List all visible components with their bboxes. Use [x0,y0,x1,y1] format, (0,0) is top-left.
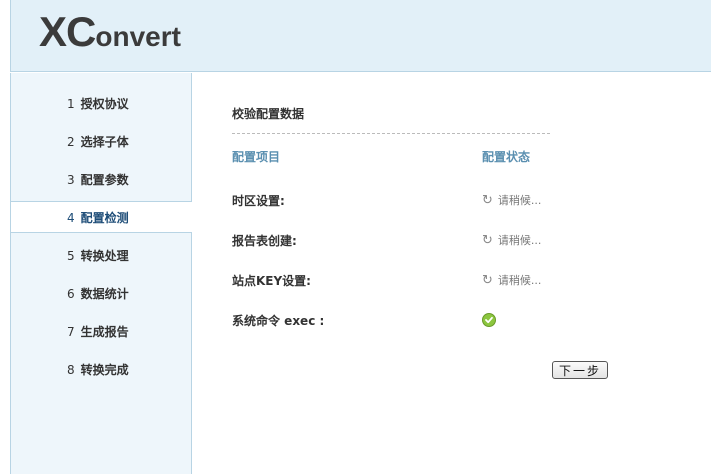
step-label: 选择子体 [80,135,129,149]
column-header-status: 配置状态 [482,150,531,164]
step-6[interactable]: 6 数据统计 [11,278,192,310]
section-title: 校验配置数据 [232,107,305,121]
step-2[interactable]: 2 选择子体 [11,126,192,158]
step-label: 数据统计 [80,287,129,301]
step-label: 生成报告 [80,325,129,339]
step-number: 7 [67,325,75,339]
step-number: 3 [67,173,75,187]
logo-rest: onvert [95,21,181,52]
step-5[interactable]: 5 转换处理 [11,240,192,272]
dashed-divider [232,133,550,134]
step-label: 转换处理 [80,249,129,263]
step-number: 6 [67,287,75,301]
refresh-icon: ↻ [482,232,493,248]
config-row-label: 报告表创建: [232,234,297,248]
step-label: 配置检测 [80,211,129,225]
config-row-label: 站点KEY设置: [232,274,311,288]
app-logo: XConvert [39,8,181,56]
check-ok-icon [482,313,496,327]
step-sidebar: 1 授权协议 2 选择子体 3 配置参数 4 配置检测 5 转换处理 6 数据统计 7 生成报… [10,73,193,474]
step-number: 2 [67,135,75,149]
step-7[interactable]: 7 生成报告 [11,316,192,348]
refresh-icon: ↻ [482,192,493,208]
step-4-active[interactable]: 4 配置检测 [11,201,193,233]
step-label: 配置参数 [80,173,129,187]
step-number: 1 [67,97,75,111]
step-8[interactable]: 8 转换完成 [11,354,192,386]
config-row-label: 系统命令 exec : [232,314,325,328]
step-label: 授权协议 [80,97,129,111]
refresh-icon: ↻ [482,272,493,288]
config-row-label: 时区设置: [232,194,285,208]
config-row-status: ↻ 请稍候... [482,232,541,248]
step-number: 8 [67,363,75,377]
app-header: XConvert [10,0,711,72]
status-text: 请稍候... [497,274,542,287]
step-3[interactable]: 3 配置参数 [11,164,192,196]
column-header-item: 配置项目 [232,150,281,164]
status-text: 请稍候... [497,234,542,247]
status-text: 请稍候... [497,194,542,207]
step-number: 5 [67,249,75,263]
step-label: 转换完成 [80,363,129,377]
main-panel: 校验配置数据 配置项目 配置状态 时区设置: ↻ 请稍候... 报告表创建: ↻ 请… [192,73,711,474]
config-row-status: ↻ 请稍候... [482,272,541,288]
next-step-button[interactable]: 下一步 [552,361,608,379]
config-row-status: ↻ 请稍候... [482,192,541,208]
logo-initial: XC [39,8,96,55]
step-number: 4 [67,211,75,225]
step-1[interactable]: 1 授权协议 [11,88,192,120]
